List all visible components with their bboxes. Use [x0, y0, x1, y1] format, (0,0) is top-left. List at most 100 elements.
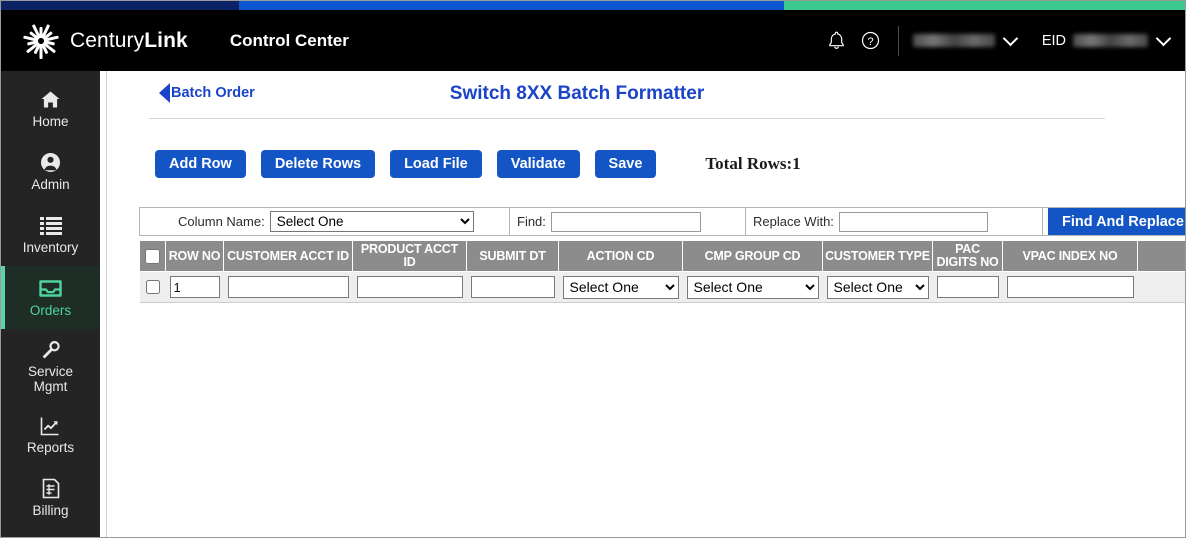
- action-cd-select[interactable]: Select One: [562, 275, 679, 299]
- customer-acct-id-input[interactable]: [227, 276, 349, 298]
- list-icon: [39, 214, 62, 237]
- select-all-checkbox[interactable]: [145, 248, 160, 264]
- sidebar-item-home[interactable]: Home: [1, 77, 100, 140]
- grid-header-row: ROW NO CUSTOMER ACCT ID PRODUCT ACCT ID …: [139, 240, 1185, 272]
- page-title: Switch 8XX Batch Formatter: [449, 83, 705, 104]
- accent-segment-blue: [239, 1, 784, 10]
- find-replace-panel: Column Name: Select One Find: Replace Wi…: [139, 207, 1185, 236]
- cell-row-no: [165, 271, 224, 303]
- cmp-group-cd-select[interactable]: Select One: [686, 275, 819, 299]
- find-group: Find:: [510, 208, 746, 235]
- chevron-down-icon: [1155, 30, 1172, 47]
- header-rule: [149, 118, 1105, 119]
- account-menu[interactable]: [912, 30, 1019, 47]
- find-input[interactable]: [550, 211, 701, 232]
- main-content: Batch Order Switch 8XX Batch Formatter A…: [100, 71, 1185, 537]
- top-accent-bar: [1, 1, 1185, 10]
- pac-digits-no-input[interactable]: [936, 276, 999, 298]
- account-name-redacted: [912, 34, 995, 47]
- cell-submit-dt: [466, 271, 559, 303]
- product-acct-id-input[interactable]: [356, 276, 463, 298]
- find-and-replace-button[interactable]: Find And Replace: [1048, 208, 1185, 235]
- brand-logo[interactable]: CenturyLink: [23, 23, 188, 59]
- header-action-cd[interactable]: ACTION CD: [558, 240, 683, 272]
- header-vpac-index[interactable]: VPAC INDEX NO: [1002, 240, 1138, 272]
- notification-bell-icon[interactable]: [824, 28, 850, 54]
- submit-dt-input[interactable]: [470, 276, 555, 298]
- eid-menu[interactable]: EID: [1041, 30, 1172, 49]
- header-extra: [1137, 240, 1185, 272]
- cell-action-cd: Select One: [558, 271, 683, 303]
- find-label: Find:: [517, 214, 546, 229]
- table-row: Select One Select One Select One: [139, 271, 1185, 303]
- column-name-select[interactable]: Select One: [269, 211, 474, 232]
- save-button[interactable]: Save: [594, 150, 657, 178]
- replace-with-label: Replace With:: [753, 214, 834, 229]
- page-header: Batch Order Switch 8XX Batch Formatter: [107, 71, 1147, 119]
- top-header-bar: CenturyLink Control Center ? EID: [1, 10, 1185, 71]
- accent-segment-navy: [1, 1, 239, 10]
- sidebar-label-inventory: Inventory: [22, 240, 79, 255]
- inbox-icon: [39, 277, 62, 300]
- wrench-icon: [41, 338, 61, 361]
- header-submit-dt[interactable]: SUBMIT DT: [466, 240, 559, 272]
- column-name-label: Column Name:: [178, 214, 265, 229]
- cell-prod-acct: [352, 271, 467, 303]
- delete-rows-button[interactable]: Delete Rows: [260, 150, 376, 178]
- batch-order-grid: ROW NO CUSTOMER ACCT ID PRODUCT ACCT ID …: [139, 240, 1185, 303]
- sidebar-label-orders: Orders: [29, 303, 72, 318]
- load-file-button[interactable]: Load File: [390, 150, 482, 178]
- customer-type-select[interactable]: Select One: [826, 275, 929, 299]
- header-row-no[interactable]: ROW NO: [165, 240, 224, 272]
- eid-label: EID: [1041, 32, 1066, 49]
- cell-cmp-group: Select One: [682, 271, 823, 303]
- sidebar-item-orders[interactable]: Orders: [1, 266, 100, 329]
- eid-value-redacted: [1073, 34, 1148, 47]
- header-prod-acct[interactable]: PRODUCT ACCT ID: [352, 240, 467, 272]
- header-divider: [897, 25, 899, 56]
- centurylink-sunburst-icon: [23, 23, 59, 59]
- app-name-label: Control Center: [229, 30, 349, 50]
- sidebar-item-reports[interactable]: Reports: [1, 403, 100, 466]
- chart-arrow-icon: [40, 414, 62, 437]
- vpac-index-no-input[interactable]: [1006, 276, 1134, 298]
- row-select-checkbox[interactable]: [145, 279, 160, 294]
- cell-cust-acct: [223, 271, 353, 303]
- sidebar-label-admin: Admin: [31, 177, 70, 192]
- sidebar-label-billing: Billing: [32, 503, 69, 518]
- sidebar-label-home: Home: [32, 114, 69, 129]
- application-window: CenturyLink Control Center ? EID Home Ad…: [0, 0, 1186, 538]
- header-cust-acct[interactable]: CUSTOMER ACCT ID: [223, 240, 353, 272]
- cell-pac-digits: [932, 271, 1003, 303]
- header-cmp-group[interactable]: CMP GROUP CD: [682, 240, 823, 272]
- header-cust-type[interactable]: CUSTOMER TYPE: [822, 240, 933, 272]
- cell-extra: [1137, 271, 1185, 303]
- validate-button[interactable]: Validate: [496, 150, 580, 178]
- invoice-icon: [42, 477, 60, 500]
- sidebar-label-reports: Reports: [26, 440, 75, 455]
- replace-with-input[interactable]: [838, 211, 988, 232]
- accent-segment-green: [784, 1, 1185, 10]
- sidebar-item-service-mgmt[interactable]: Service Mgmt: [1, 329, 100, 403]
- replace-group: Replace With:: [746, 208, 1043, 235]
- user-circle-icon: [40, 151, 61, 174]
- add-row-button[interactable]: Add Row: [155, 150, 246, 178]
- brand-name: CenturyLink: [70, 28, 188, 52]
- header-actions: ? EID: [824, 25, 1172, 56]
- help-question-icon[interactable]: ?: [858, 28, 884, 54]
- total-rows-label: Total Rows:1: [705, 154, 801, 173]
- sidebar-label-service-mgmt: Service Mgmt: [27, 364, 73, 394]
- cell-cust-type: Select One: [822, 271, 933, 303]
- row-select-cell: [139, 271, 166, 303]
- sidebar-item-admin[interactable]: Admin: [1, 140, 100, 203]
- chevron-down-icon: [1002, 30, 1019, 47]
- action-toolbar: Add Row Delete Rows Load File Validate S…: [107, 150, 801, 178]
- content-panel: Batch Order Switch 8XX Batch Formatter A…: [106, 71, 1185, 537]
- column-name-group: Column Name: Select One: [140, 208, 510, 235]
- header-pac-digits[interactable]: PAC DIGITS NO: [932, 240, 1003, 272]
- primary-sidebar: Home Admin Inventory Orders Service Mgmt…: [1, 71, 100, 537]
- row-no-input[interactable]: [169, 276, 220, 298]
- sidebar-item-inventory[interactable]: Inventory: [1, 203, 100, 266]
- select-all-header: [139, 240, 166, 272]
- sidebar-item-billing[interactable]: Billing: [1, 466, 100, 529]
